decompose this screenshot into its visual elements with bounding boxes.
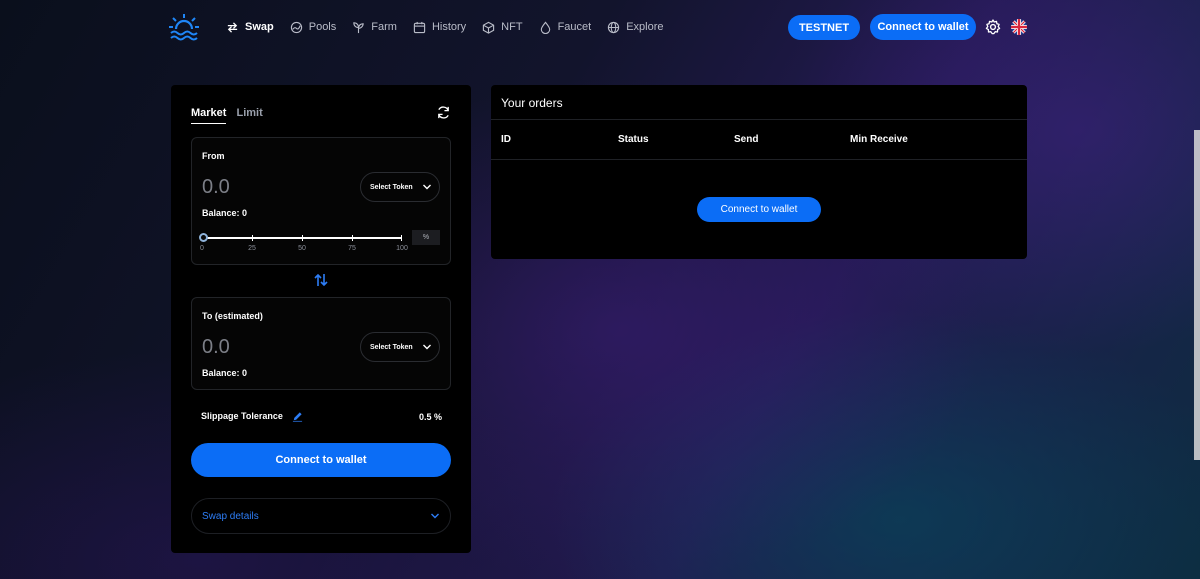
droplet-icon: [540, 21, 550, 34]
nav-explore-label: Explore: [626, 21, 664, 33]
nav-farm[interactable]: Farm: [352, 18, 397, 36]
nav-explore[interactable]: Explore: [607, 18, 664, 36]
nav-farm-label: Farm: [371, 21, 397, 33]
nav-history-label: History: [431, 21, 467, 33]
to-select-token-button[interactable]: Select Token: [360, 332, 440, 362]
scrollbar-edge: [1194, 130, 1200, 460]
orders-panel: Your orders ID Status Send Min Receive C…: [491, 85, 1027, 259]
to-box: To (estimated) 0.0 Balance: 0 Select Tok…: [191, 297, 451, 390]
nav-faucet-label: Faucet: [557, 21, 592, 33]
to-balance: Balance: 0: [202, 368, 248, 378]
swap-direction-icon[interactable]: [313, 272, 329, 288]
nav-nft-label: NFT: [501, 21, 523, 33]
logo-sun-waves-icon[interactable]: [168, 12, 200, 42]
nav-pools-label: Pools: [308, 21, 337, 33]
swap-panel: Market Limit From 0.0 Balance: 0 Select …: [171, 85, 471, 553]
slider-tick-label: 0: [200, 245, 204, 252]
percent-input[interactable]: %: [412, 230, 440, 245]
divider: [491, 159, 1027, 160]
from-select-token-button[interactable]: Select Token: [360, 172, 440, 202]
swap-arrows-icon: [227, 21, 238, 33]
from-balance: Balance: 0: [202, 208, 248, 218]
chevron-down-icon: [422, 184, 431, 190]
refresh-icon[interactable]: [436, 105, 451, 120]
amount-percent-slider[interactable]: 0 25 50 75 100: [199, 232, 408, 256]
column-header-status: Status: [618, 134, 649, 145]
slider-tick: [352, 235, 353, 241]
from-box: From 0.0 Balance: 0 Select Token 0 25 50…: [191, 137, 451, 265]
sprout-icon: [353, 21, 364, 33]
pools-icon: [290, 21, 302, 33]
swap-details-label: Swap details: [202, 510, 259, 522]
nav-swap[interactable]: Swap: [226, 18, 274, 36]
testnet-button[interactable]: TESTNET: [788, 15, 860, 40]
chevron-down-icon: [422, 344, 431, 350]
uk-flag-icon[interactable]: [1011, 19, 1027, 35]
connect-wallet-orders-button[interactable]: Connect to wallet: [697, 197, 821, 222]
column-header-send: Send: [734, 134, 759, 145]
top-header: Swap Pools Farm History NFT Faucet Explo…: [0, 0, 1200, 56]
connect-wallet-button[interactable]: Connect to wallet: [191, 443, 451, 477]
slider-tick-label: 25: [248, 245, 256, 252]
from-select-token-label: Select Token: [370, 183, 413, 191]
from-amount-input[interactable]: 0.0: [202, 176, 230, 199]
nav-faucet[interactable]: Faucet: [539, 18, 592, 36]
slider-tick-label: 50: [298, 245, 306, 252]
tab-market[interactable]: Market: [191, 107, 227, 124]
orders-title: Your orders: [501, 96, 563, 110]
tab-limit[interactable]: Limit: [236, 107, 262, 124]
chevron-down-icon: [431, 513, 439, 519]
cube-icon: [483, 21, 495, 34]
swap-details-toggle[interactable]: Swap details: [191, 498, 451, 534]
globe-icon: [608, 21, 620, 33]
slider-tick: [302, 235, 303, 241]
column-header-min-receive: Min Receive: [850, 134, 908, 145]
main-nav: Swap Pools Farm History NFT Faucet Explo…: [226, 18, 664, 36]
gear-icon[interactable]: [985, 19, 1001, 35]
nav-history[interactable]: History: [413, 18, 466, 36]
slippage-label: Slippage Tolerance: [201, 411, 283, 421]
slider-tick: [252, 235, 253, 241]
nav-pools[interactable]: Pools: [290, 18, 337, 36]
from-label: From: [202, 151, 225, 161]
to-select-token-label: Select Token: [370, 343, 413, 351]
to-amount-input[interactable]: 0.0: [202, 336, 230, 359]
pencil-icon[interactable]: [292, 409, 303, 422]
slippage-value: 0.5 %: [419, 412, 443, 422]
divider: [491, 119, 1027, 120]
slider-tick-label: 75: [348, 245, 356, 252]
calendar-icon: [413, 21, 426, 33]
to-label: To (estimated): [202, 311, 263, 321]
column-header-id: ID: [501, 134, 511, 145]
connect-wallet-header-button[interactable]: Connect to wallet: [870, 14, 976, 40]
slider-tick: [401, 235, 402, 241]
nav-nft[interactable]: NFT: [482, 18, 523, 36]
nav-swap-label: Swap: [245, 21, 274, 33]
slider-tick-label: 100: [396, 245, 408, 252]
swap-tabs: Market Limit: [191, 107, 263, 124]
slider-thumb[interactable]: [199, 233, 208, 242]
